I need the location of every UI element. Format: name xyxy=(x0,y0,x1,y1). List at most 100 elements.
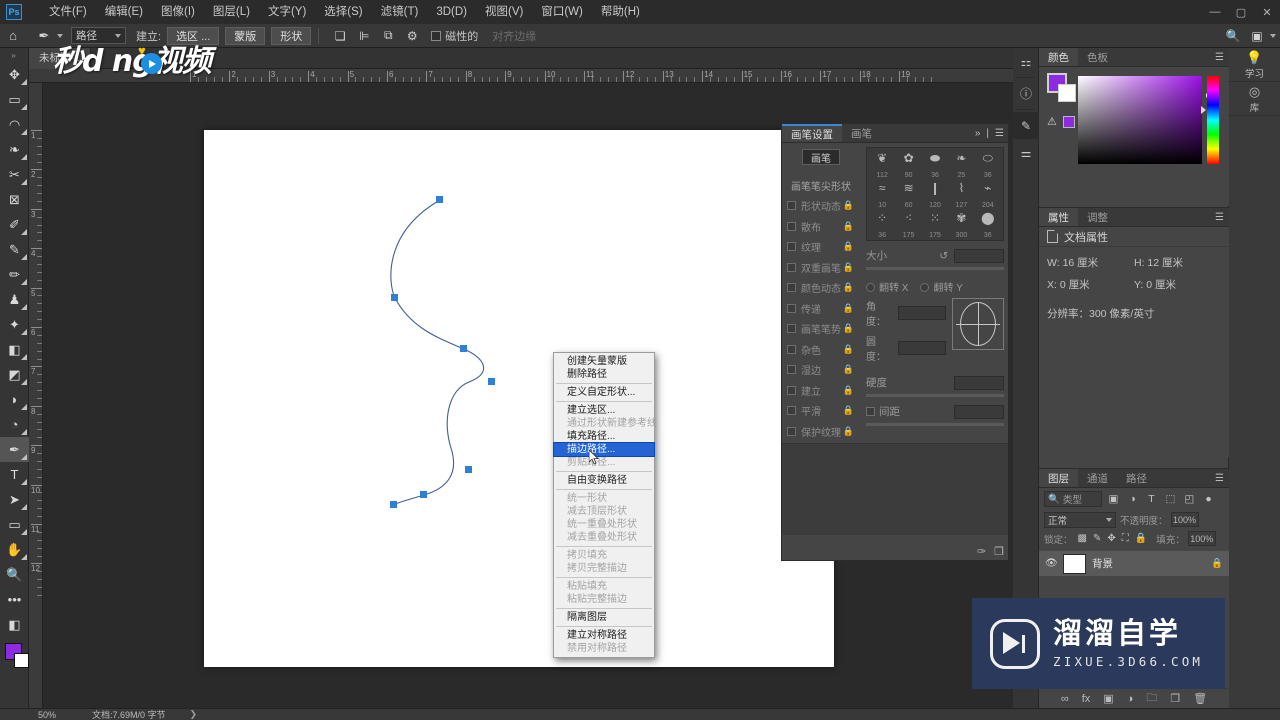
gradient-tool[interactable]: ◩ xyxy=(0,362,29,387)
pen-tool[interactable]: ✒ xyxy=(0,437,29,462)
menu-image[interactable]: 图像(I) xyxy=(152,0,204,24)
brush-tip[interactable]: ⁘ 36 xyxy=(869,210,895,240)
color-swatch-pair[interactable] xyxy=(1047,73,1077,103)
brush-tip[interactable]: ❈48 xyxy=(869,240,895,241)
blend-mode-select[interactable]: 正常 xyxy=(1044,511,1116,528)
checkbox-box[interactable] xyxy=(787,344,796,354)
artboard[interactable] xyxy=(204,130,834,667)
brush-tool[interactable]: ✏ xyxy=(0,262,29,287)
quick-mask-icon[interactable]: ◧ xyxy=(0,612,29,637)
color-swatches[interactable] xyxy=(0,641,29,675)
brush-tip[interactable]: ≋ 60 xyxy=(895,180,921,210)
lock-icon[interactable]: 🔒 xyxy=(843,344,854,355)
checkbox-box[interactable] xyxy=(787,406,796,416)
lock-icon[interactable]: 🔒 xyxy=(843,221,854,232)
lock-icon[interactable]: 🔒 xyxy=(843,426,854,437)
menu-edit[interactable]: 编辑(E) xyxy=(96,0,152,24)
brush-option-protect-texture[interactable]: 保护纹理 🔒 xyxy=(782,421,860,442)
brush-tip[interactable]: ⬬ 36 xyxy=(922,150,948,180)
delete-layer-icon[interactable]: 🗑 xyxy=(1193,692,1207,705)
brush-option-smoothing[interactable]: 平滑 🔒 xyxy=(782,401,860,422)
menu-help[interactable]: 帮助(H) xyxy=(592,0,649,24)
menu-item-make-selection[interactable]: 建立选区... xyxy=(554,404,654,417)
zoom-tool[interactable]: 🔍 xyxy=(0,562,29,587)
panel-menu-icon[interactable]: ☰ xyxy=(1215,208,1224,227)
libraries-panel-button[interactable]: ◎ 库 xyxy=(1229,82,1280,116)
link-layers-icon[interactable]: ∞ xyxy=(1061,693,1069,705)
lock-artboard-icon[interactable]: ⛶ xyxy=(1122,533,1129,544)
active-tool-preset[interactable]: ✒ xyxy=(34,27,63,45)
lock-image-icon[interactable]: ✎ xyxy=(1093,533,1101,544)
brush-angle-preview[interactable] xyxy=(952,298,1004,350)
layer-filter-type-select[interactable]: 🔍 类型 xyxy=(1044,491,1102,507)
angle-input[interactable] xyxy=(898,306,946,320)
lock-position-icon[interactable]: ✥ xyxy=(1107,533,1115,544)
adjustments-icon[interactable]: ⚏ xyxy=(1013,48,1039,75)
lock-icon[interactable]: 🔒 xyxy=(843,385,854,396)
menu-item-stroke-path[interactable]: 描边路径... xyxy=(553,442,655,457)
make-selection-button[interactable]: 选区 ... xyxy=(167,26,220,45)
maximize-button[interactable]: ▢ xyxy=(1228,0,1254,24)
double-chevron-right-icon[interactable]: » xyxy=(975,128,981,139)
new-layer-icon[interactable]: ❐ xyxy=(1170,692,1180,705)
tab-properties[interactable]: 属性 xyxy=(1039,208,1078,226)
brush-tip[interactable]: ✾ 300 xyxy=(948,210,974,240)
quick-selection-tool[interactable]: ❧ xyxy=(0,137,29,162)
path-operations-icon[interactable]: ❏ xyxy=(330,26,350,46)
brush-tip[interactable]: ✺88 xyxy=(948,240,974,241)
background-color-swatch[interactable] xyxy=(1058,84,1076,102)
brushes-button[interactable]: 画笔 xyxy=(802,149,840,165)
brush-option-transfer[interactable]: 传递 🔒 xyxy=(782,298,860,319)
brush-option-scattering[interactable]: 散布 🔒 xyxy=(782,216,860,237)
menu-item-free-transform-path[interactable]: 自由变换路径 xyxy=(554,474,654,487)
size-slider[interactable] xyxy=(866,267,1004,270)
new-group-icon[interactable]: 🗀 xyxy=(1146,689,1157,708)
path-selection-tool[interactable]: ➤ xyxy=(0,487,29,512)
eyedropper-tool[interactable]: ✐ xyxy=(0,212,29,237)
brush-tip[interactable]: ⁖ 175 xyxy=(895,210,921,240)
lock-icon[interactable]: 🔒 xyxy=(843,262,854,273)
learn-panel-button[interactable]: 💡 学习 xyxy=(1229,48,1280,82)
lock-icon[interactable]: 🔒 xyxy=(1211,558,1223,569)
search-icon[interactable]: 🔍 xyxy=(1223,26,1243,46)
brush-tip-grid[interactable]: ❦ 112 ✿ 90 ⬬ 36 ❧ 25 ⬭ 36 ≈10 ≋ 60 ❙ 120 ⌇ 127 ⌁… xyxy=(866,147,1004,241)
hand-tool[interactable]: ✋ xyxy=(0,537,29,562)
brush-tip[interactable]: ⬤ 36 xyxy=(975,210,1001,240)
brush-settings-icon[interactable]: ✎ xyxy=(1013,112,1039,139)
menu-file[interactable]: 文件(F) xyxy=(40,0,96,24)
brush-option-build-up[interactable]: 建立 🔒 xyxy=(782,380,860,401)
fill-control[interactable]: 填充： 100% xyxy=(1156,531,1216,546)
tab-layers[interactable]: 图层 xyxy=(1039,469,1078,487)
edit-toolbar-icon[interactable]: ••• xyxy=(0,587,29,612)
brush-tip[interactable]: ✹55 xyxy=(922,240,948,241)
flip-x-checkbox[interactable]: 翻转 X xyxy=(866,279,908,294)
checkbox-box[interactable] xyxy=(787,385,796,395)
hue-slider[interactable] xyxy=(1207,76,1219,164)
brush-tip[interactable]: ⬭ 36 xyxy=(975,150,1001,180)
layer-thumbnail[interactable] xyxy=(1063,553,1086,574)
menu-item-define-custom-shape[interactable]: 定义自定形状... xyxy=(554,386,654,399)
checkbox-box[interactable] xyxy=(787,365,796,375)
expand-toolbar-icon[interactable]: » xyxy=(0,48,28,62)
brush-option-color-dynamics[interactable]: 颜色动态 🔒 xyxy=(782,278,860,299)
make-shape-button[interactable]: 形状 xyxy=(271,26,312,45)
menu-filter[interactable]: 滤镜(T) xyxy=(372,0,428,24)
magnetic-checkbox[interactable]: 磁性的 xyxy=(431,28,478,44)
blur-tool[interactable]: ◗ xyxy=(0,387,29,412)
eye-icon[interactable]: 👁 xyxy=(1045,558,1058,569)
checkbox-box[interactable] xyxy=(787,221,796,231)
lock-icon[interactable]: 🔒 xyxy=(843,323,854,334)
layer-row-background[interactable]: 👁 背景 🔒 xyxy=(1039,551,1229,576)
path-mode-select[interactable]: 路径 xyxy=(71,27,126,44)
brush-option-noise[interactable]: 杂色 🔒 xyxy=(782,339,860,360)
add-mask-icon[interactable]: ▣ xyxy=(1103,692,1113,705)
tab-swatches[interactable]: 色板 xyxy=(1078,48,1117,66)
checkbox-box[interactable] xyxy=(787,242,796,252)
brush-tip[interactable]: ❙ 120 xyxy=(922,180,948,210)
menu-window[interactable]: 窗口(W) xyxy=(532,0,592,24)
dodge-tool[interactable]: ◔ xyxy=(0,412,29,437)
spot-healing-brush-tool[interactable]: ✎ xyxy=(0,237,29,262)
panel-menu-icon[interactable]: ☰ xyxy=(1215,48,1224,67)
size-input[interactable] xyxy=(954,248,1004,263)
horizontal-type-tool[interactable]: T xyxy=(0,462,29,487)
